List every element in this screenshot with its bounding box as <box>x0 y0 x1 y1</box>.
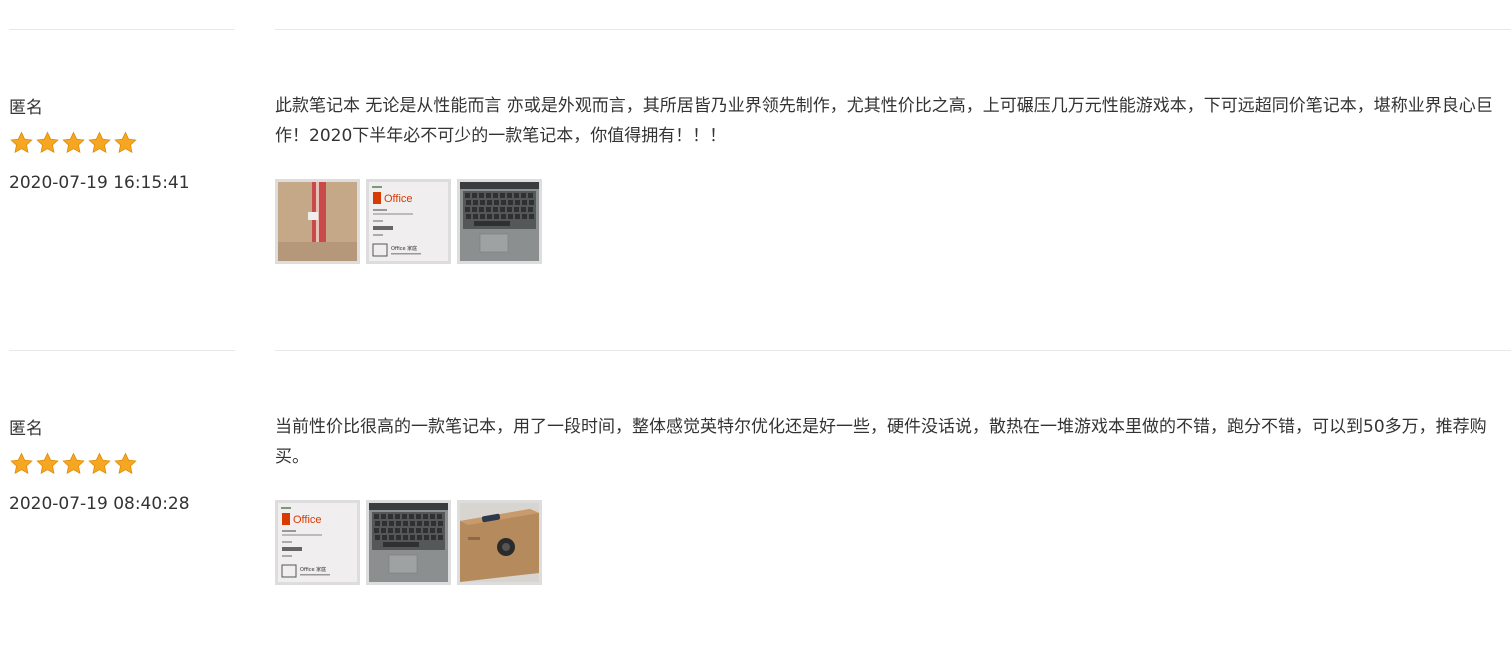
review-author: 匿名 <box>9 419 43 439</box>
star-rating <box>9 452 138 476</box>
star-icon <box>62 131 85 153</box>
star-icon <box>10 452 33 474</box>
review-images: Office Office 家庭 <box>275 179 542 264</box>
office-card-photo: Office Office 家庭 <box>278 503 357 582</box>
svg-text:Office: Office <box>384 193 413 205</box>
svg-text:Office: Office <box>293 514 322 526</box>
review-image-thumbnail[interactable] <box>457 500 542 585</box>
review-date: 2020-07-19 16:15:41 <box>9 173 190 193</box>
review-images: Office Office 家庭 <box>275 500 542 585</box>
review-date: 2020-07-19 08:40:28 <box>9 494 190 514</box>
laptop-keyboard-photo <box>369 503 448 582</box>
review-image-thumbnail[interactable]: Office Office 家庭 <box>275 500 360 585</box>
review-author: 匿名 <box>9 98 43 118</box>
review-content: 当前性价比很高的一款笔记本，用了一段时间，整体感觉英特尔优化还是好一些，硬件没话… <box>275 417 1487 467</box>
review-image-thumbnail[interactable] <box>366 500 451 585</box>
divider <box>9 29 235 30</box>
divider <box>275 29 1511 30</box>
star-icon <box>88 452 111 474</box>
divider <box>9 350 235 351</box>
review-image-thumbnail[interactable] <box>275 179 360 264</box>
star-icon <box>114 452 137 474</box>
laptop-box-photo <box>460 503 539 582</box>
svg-text:Office 家庭: Office 家庭 <box>300 566 326 573</box>
review-item: 匿名 2020-07-19 16:15:41 此款笔记本 无论是从性能而言 亦或… <box>0 29 1511 350</box>
star-rating <box>9 131 138 155</box>
star-icon <box>88 131 111 153</box>
review-content: 此款笔记本 无论是从性能而言 亦或是外观而言，其所居皆乃业界领先制作，尤其性价比… <box>275 96 1493 146</box>
star-icon <box>10 131 33 153</box>
divider <box>275 350 1511 351</box>
star-icon <box>36 452 59 474</box>
review-image-thumbnail[interactable] <box>457 179 542 264</box>
review-item: 匿名 2020-07-19 08:40:28 当前性价比很高的一款笔记本，用了一… <box>0 350 1511 671</box>
star-icon <box>62 452 85 474</box>
office-card-photo: Office Office 家庭 <box>369 182 448 261</box>
star-icon <box>36 131 59 153</box>
laptop-keyboard-photo <box>460 182 539 261</box>
star-icon <box>114 131 137 153</box>
svg-text:Office 家庭: Office 家庭 <box>391 245 417 252</box>
box-tape-photo <box>278 182 357 261</box>
review-image-thumbnail[interactable]: Office Office 家庭 <box>366 179 451 264</box>
